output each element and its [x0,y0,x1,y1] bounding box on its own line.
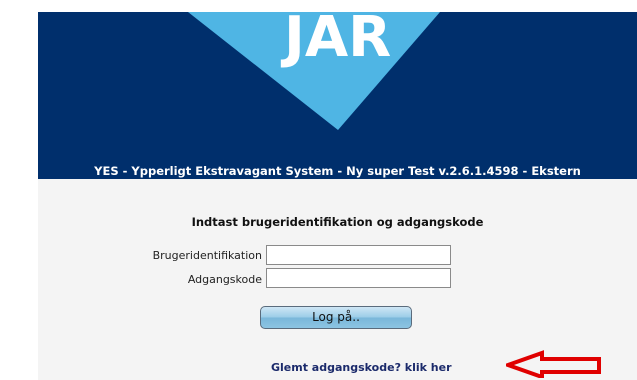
login-instructions: Indtast brugeridentifikation og adgangsk… [191,215,484,229]
left-arrow-icon [506,350,601,378]
password-input[interactable] [266,268,451,288]
system-title: YES - Ypperligt Ekstravagant System - Ny… [94,164,581,178]
forgot-password-link[interactable]: Glemt adgangskode? klik her [271,361,452,374]
password-label: Adgangskode [187,273,262,286]
username-label: Brugeridentifikation [152,249,262,262]
login-button[interactable]: Log på.. [260,306,412,329]
username-input[interactable] [266,245,451,265]
jar-logo: JAR [188,12,440,130]
logo-text: JAR [280,12,391,70]
header-banner: JAR YES - Ypperligt Ekstravagant System … [38,12,637,179]
